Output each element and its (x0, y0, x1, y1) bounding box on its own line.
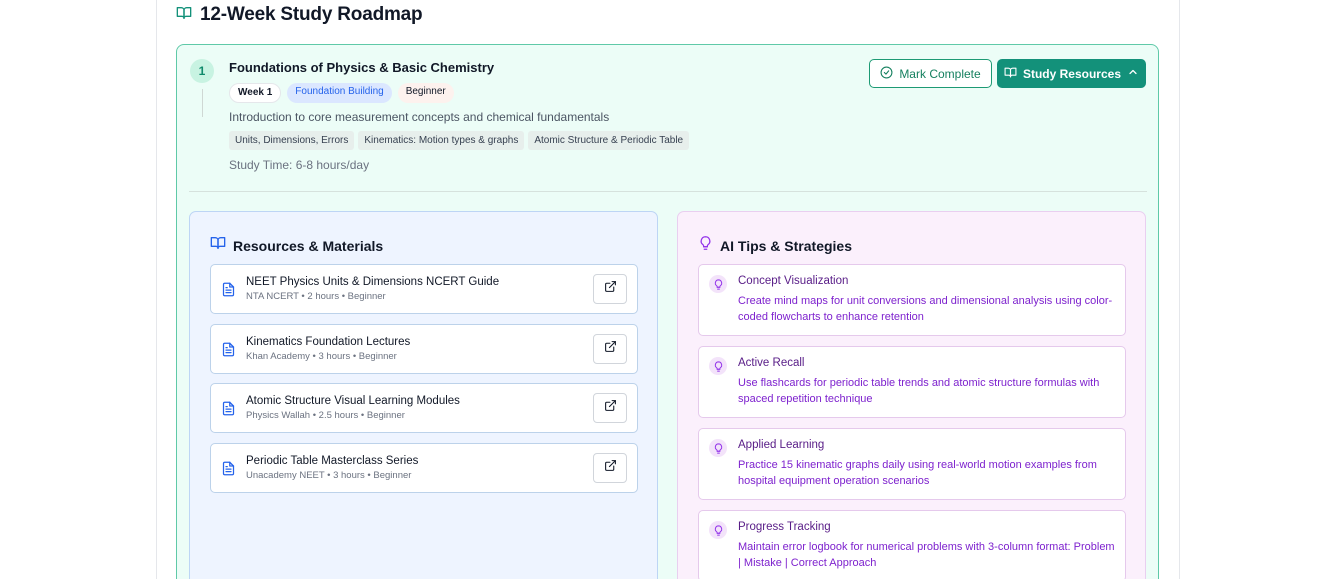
page-header: 12-Week Study Roadmap (176, 4, 423, 26)
open-resource-button[interactable] (593, 452, 627, 483)
resource-list: NEET Physics Units & Dimensions NCERT Gu… (210, 264, 638, 502)
resource-item[interactable]: Atomic Structure Visual Learning Modules… (210, 383, 638, 434)
tip-card: Concept Visualization Create mind maps f… (698, 264, 1126, 336)
tip-card: Applied Learning Practice 15 kinematic g… (698, 428, 1126, 500)
resource-title: Kinematics Foundation Lectures (246, 335, 411, 348)
document-icon (221, 341, 236, 363)
resources-panel: Resources & Materials NEET Physics Units… (189, 211, 658, 579)
topic-tags: Units, Dimensions, Errors Kinematics: Mo… (229, 131, 690, 150)
tip-card: Progress Tracking Maintain error logbook… (698, 510, 1126, 579)
tip-title: Concept Visualization (738, 275, 849, 287)
resource-title: Atomic Structure Visual Learning Modules (246, 395, 460, 408)
book-open-icon (1004, 66, 1017, 82)
resource-meta: Khan Academy • 3 hours • Beginner (246, 350, 397, 362)
tip-text: Use flashcards for periodic table trends… (738, 377, 1100, 405)
external-link-icon (604, 459, 617, 477)
open-resource-button[interactable] (593, 393, 627, 424)
resource-item[interactable]: NEET Physics Units & Dimensions NCERT Gu… (210, 264, 638, 314)
tip-card: Active Recall Use flashcards for periodi… (698, 346, 1126, 418)
tip-text: Create mind maps for unit conversions an… (738, 295, 1113, 323)
tip-text: Practice 15 kinematic graphs daily using… (738, 459, 1097, 487)
lightbulb-icon (709, 521, 727, 539)
document-icon (221, 281, 236, 303)
topic-tag: Kinematics: Motion types & graphs (358, 131, 525, 150)
open-resource-button[interactable] (593, 274, 627, 304)
tip-list: Concept Visualization Create mind maps f… (698, 264, 1126, 579)
week-card: 1 Foundations of Physics & Basic Chemist… (176, 44, 1159, 579)
external-link-icon (604, 340, 617, 358)
section-divider (189, 191, 1147, 192)
week-description: Introduction to core measurement concept… (229, 110, 610, 124)
level-badge: Beginner (397, 83, 454, 103)
mark-complete-button[interactable]: Mark Complete (869, 59, 992, 88)
lightbulb-icon (709, 439, 727, 457)
check-circle-icon (880, 66, 893, 82)
week-badges: Week 1 Foundation Building Beginner (229, 83, 454, 103)
book-open-icon (210, 235, 226, 256)
study-time: Study Time: 6-8 hours/day (229, 158, 370, 172)
external-link-icon (604, 399, 617, 417)
tip-title: Applied Learning (738, 439, 825, 451)
topic-tag: Units, Dimensions, Errors (229, 131, 355, 150)
lightbulb-icon (709, 357, 727, 375)
study-resources-label: Study Resources (1022, 66, 1122, 81)
resources-panel-header: Resources & Materials (210, 235, 383, 256)
week-title: Foundations of Physics & Basic Chemistry (229, 60, 495, 75)
resource-meta: Physics Wallah • 2.5 hours • Beginner (246, 410, 405, 422)
resource-title: Periodic Table Masterclass Series (246, 454, 419, 467)
timeline-connector (202, 89, 203, 117)
study-resources-button[interactable]: Study Resources (997, 59, 1146, 88)
chevron-up-icon (1127, 66, 1139, 81)
phase-badge: Foundation Building (287, 83, 392, 103)
book-open-icon (176, 5, 192, 26)
lightbulb-icon (709, 275, 727, 293)
document-icon (221, 460, 236, 482)
document-icon (221, 400, 236, 422)
week-badge: Week 1 (229, 83, 282, 103)
resource-meta: NTA NCERT • 2 hours • Beginner (246, 291, 386, 302)
open-resource-button[interactable] (593, 333, 627, 364)
mark-complete-label: Mark Complete (899, 66, 981, 81)
resource-item[interactable]: Kinematics Foundation Lectures Khan Acad… (210, 323, 638, 374)
resource-item[interactable]: Periodic Table Masterclass Series Unacad… (210, 442, 638, 493)
tips-panel: AI Tips & Strategies Concept Visualizati… (677, 211, 1146, 579)
page-title: 12-Week Study Roadmap (200, 4, 423, 25)
tip-title: Progress Tracking (738, 521, 831, 533)
resources-panel-title: Resources & Materials (233, 237, 384, 254)
lightbulb-icon (698, 235, 713, 256)
external-link-icon (604, 280, 617, 298)
week-number-badge: 1 (190, 59, 214, 83)
resource-title: NEET Physics Units & Dimensions NCERT Gu… (246, 276, 500, 288)
tips-panel-title: AI Tips & Strategies (720, 237, 853, 254)
tips-panel-header: AI Tips & Strategies (698, 235, 852, 256)
tip-text: Maintain error logbook for numerical pro… (738, 541, 1115, 569)
topic-tag: Atomic Structure & Periodic Table (528, 131, 690, 150)
resource-meta: Unacademy NEET • 3 hours • Beginner (246, 469, 412, 481)
tip-title: Active Recall (738, 357, 805, 369)
